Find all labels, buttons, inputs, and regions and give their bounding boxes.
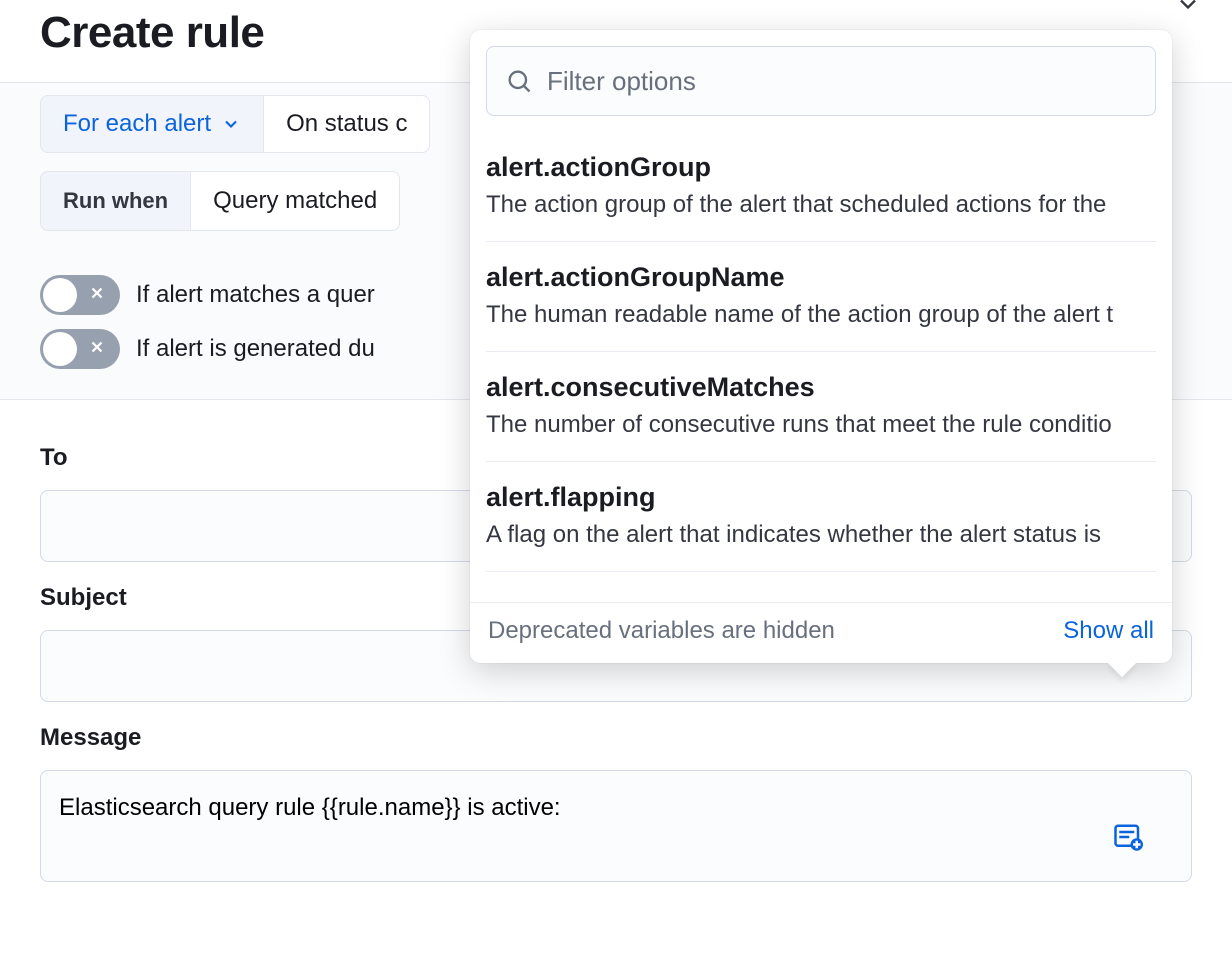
frequency-dropdown[interactable]: For each alert [40,95,264,153]
option-alert-actiongroupname[interactable]: alert.actionGroupName The human readable… [486,242,1156,352]
status-condition-text: On status c [264,95,430,153]
close-icon[interactable] [1174,0,1202,26]
frequency-label: For each alert [63,110,211,138]
filter-input[interactable] [547,66,1137,97]
option-peek [486,572,1156,602]
run-when-label: Run when [40,171,190,231]
toggle-query-match-label: If alert matches a quer [136,281,375,309]
insert-variable-button[interactable] [1113,822,1143,852]
x-icon [88,338,106,360]
variable-popover: alert.actionGroup The action group of th… [470,30,1172,663]
show-all-link[interactable]: Show all [1063,617,1154,645]
option-alert-flapping[interactable]: alert.flapping A flag on the alert that … [486,462,1156,572]
option-alert-actiongroup[interactable]: alert.actionGroup The action group of th… [486,132,1156,242]
toggle-query-match[interactable] [40,275,120,315]
deprecated-hint: Deprecated variables are hidden [488,617,835,645]
option-alert-consecutivematches[interactable]: alert.consecutiveMatches The number of c… [486,352,1156,462]
toggle-timeframe[interactable] [40,329,120,369]
options-list: alert.actionGroup The action group of th… [470,132,1172,602]
filter-input-wrap[interactable] [486,46,1156,116]
toggle-timeframe-label: If alert is generated du [136,335,375,363]
message-textarea[interactable] [40,770,1192,882]
message-label: Message [40,724,1192,752]
search-icon [505,67,533,95]
run-when-select[interactable]: Query matched [190,171,400,231]
x-icon [88,284,106,306]
